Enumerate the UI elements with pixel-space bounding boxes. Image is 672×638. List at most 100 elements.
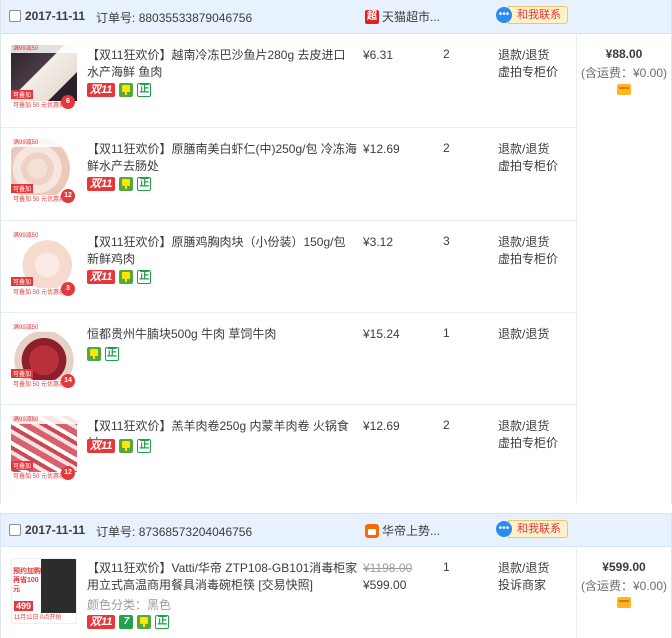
guarantee-icon[interactable] — [119, 270, 134, 284]
after-sales: 退款/退货 虚拍专柜价 — [498, 418, 558, 452]
thumb-promo: 满99减50 — [11, 45, 77, 53]
refund-link[interactable]: 退款/退货 — [498, 560, 549, 577]
unit-price: ¥12.69 — [363, 142, 400, 156]
authentic-icon[interactable]: 正 — [137, 439, 152, 453]
after-sales: 退款/退货 虚拍专柜价 — [498, 234, 558, 268]
order-date: 2017-11-11 — [25, 9, 86, 23]
refund-link[interactable]: 退款/退货 — [498, 47, 558, 64]
quantity: 2 — [443, 141, 450, 155]
unit-price: ¥6.31 — [363, 48, 394, 62]
product-title-link[interactable]: 【双11狂欢价】原膳南美白虾仁(中)250g/包 冷冻海鲜水产去肠处 — [87, 141, 357, 175]
shop-name: 华帝上势... — [382, 524, 441, 538]
thumb-promo: 满99减50 — [11, 324, 77, 332]
unit-price: ¥3.12 — [363, 235, 394, 249]
order-item: 预约加购 再省100元 499 11月11日 0点开抢 【双11狂欢价】Vatt… — [1, 547, 578, 638]
quantity: 2 — [443, 418, 450, 432]
product-title-link[interactable]: 【双11狂欢价】Vatti/华帝 ZTP108-GB101消毒柜家用立式高温商用… — [87, 560, 362, 594]
complain-link[interactable]: 投诉商家 — [498, 577, 549, 594]
thumb-badge: 12 — [61, 189, 75, 203]
thumb-badge: 3 — [61, 282, 75, 296]
double11-icon[interactable]: 双11 — [87, 177, 116, 191]
shop-link[interactable]: 华帝上势... — [365, 522, 440, 539]
product-title-link[interactable]: 【双11狂欢价】越南冷冻巴沙鱼片280g 去皮进口水产海鲜 鱼肉 — [87, 47, 357, 81]
guarantee-icon[interactable] — [119, 83, 134, 97]
refund-link[interactable]: 退款/退货 — [498, 326, 549, 343]
product-thumbnail[interactable]: 满99减50 可叠加 可叠加 50 元优惠券 12 — [11, 139, 77, 205]
thumb-promo: 满99减50 — [11, 416, 77, 424]
thumb-tag: 可叠加 — [11, 369, 34, 378]
thumb-price: 499 — [14, 601, 34, 611]
authentic-icon[interactable]: 正 — [137, 83, 152, 97]
order-item: 满99减50 可叠加 可叠加 50 元优惠券 12 【双11狂欢价】羔羊肉卷25… — [1, 405, 578, 498]
order-item: 满99减50 可叠加 可叠加 50 元优惠券 3 【双11狂欢价】原膳鸡胸肉块（… — [1, 221, 578, 313]
order-checkbox[interactable] — [9, 10, 21, 22]
product-title-link[interactable]: 恒都贵州牛腩块500g 牛肉 草饲牛肉 — [87, 326, 357, 343]
thumb-badge: 6 — [61, 95, 75, 109]
thumb-tag: 可叠加 — [11, 277, 34, 286]
contact-label: 和我联系 — [508, 6, 568, 24]
sale-price: ¥599.00 — [363, 578, 407, 592]
refund-link[interactable]: 退款/退货 — [498, 141, 558, 158]
service-icons: 双11 正 — [87, 83, 152, 97]
counter-price-link[interactable]: 虚拍专柜价 — [498, 435, 558, 452]
contact-seller-button[interactable]: ••• 和我联系 — [496, 520, 568, 538]
chat-bubble-icon: ••• — [496, 7, 512, 23]
thumb-badge: 14 — [61, 374, 75, 388]
thumb-strip: 11月11日 0点开抢 — [12, 613, 76, 623]
after-sales: 退款/退货 虚拍专柜价 — [498, 141, 558, 175]
authentic-icon[interactable]: 正 — [155, 615, 170, 629]
guarantee-icon[interactable] — [137, 615, 152, 629]
counter-price-link[interactable]: 虚拍专柜价 — [498, 251, 558, 268]
seven-day-return-icon[interactable]: 7 — [119, 615, 134, 629]
quantity: 1 — [443, 560, 450, 574]
refund-link[interactable]: 退款/退货 — [498, 234, 558, 251]
product-thumbnail[interactable]: 满99减50 可叠加 可叠加 50 元优惠券 14 — [11, 324, 77, 390]
contact-seller-button[interactable]: ••• 和我联系 — [496, 6, 568, 24]
after-sales: 退款/退货 虚拍专柜价 — [498, 47, 558, 81]
order-items: 满99减50 可叠加 可叠加 50 元优惠券 6 【双11狂欢价】越南冷冻巴沙鱼… — [1, 34, 671, 498]
refund-link[interactable]: 退款/退货 — [498, 418, 558, 435]
shop-name: 天猫超市... — [382, 10, 441, 24]
sku-info: 颜色分类：黑色 — [87, 598, 172, 612]
service-icons: 双11 正 — [87, 270, 152, 284]
service-icons: 双11 正 — [87, 177, 152, 191]
thumb-tag: 可叠加 — [11, 184, 34, 193]
unit-price: ¥12.69 — [363, 419, 400, 433]
authentic-icon[interactable]: 正 — [137, 270, 152, 284]
double11-icon[interactable]: 双11 — [87, 83, 116, 97]
order-item: 满99减50 可叠加 可叠加 50 元优惠券 14 恒都贵州牛腩块500g 牛肉… — [1, 313, 578, 405]
shop-link[interactable]: 超 天猫超市... — [365, 8, 440, 25]
after-sales: 退款/退货 — [498, 326, 549, 343]
unit-price: ¥15.24 — [363, 327, 400, 341]
double11-icon[interactable]: 双11 — [87, 439, 116, 453]
guarantee-icon[interactable] — [87, 347, 101, 361]
original-price: ¥1198.00 — [363, 561, 413, 575]
order-number: 订单号: 88035533879046756 — [96, 11, 253, 25]
double11-icon[interactable]: 双11 — [87, 270, 116, 284]
quantity: 2 — [443, 47, 450, 61]
thumb-tag: 可叠加 — [11, 461, 34, 470]
product-thumbnail[interactable]: 满99减50 可叠加 可叠加 50 元优惠券 6 — [11, 45, 77, 111]
product-thumbnail[interactable]: 满99减50 可叠加 可叠加 50 元优惠券 12 — [11, 416, 77, 482]
service-icons: 双11 正 — [87, 439, 152, 453]
order-items: 预约加购 再省100元 499 11月11日 0点开抢 【双11狂欢价】Vatt… — [1, 547, 671, 638]
product-title-link[interactable]: 【双11狂欢价】原膳鸡胸肉块（小份装）150g/包 新鲜鸡肉 — [87, 234, 357, 268]
product-thumbnail[interactable]: 满99减50 可叠加 可叠加 50 元优惠券 3 — [11, 232, 77, 298]
authentic-icon[interactable]: 正 — [137, 177, 152, 191]
order-card: 2017-11-11 订单号: 88035533879046756 超 天猫超市… — [0, 0, 672, 504]
product-thumbnail[interactable]: 预约加购 再省100元 499 11月11日 0点开抢 — [11, 558, 77, 624]
chat-bubble-icon: ••• — [496, 521, 512, 537]
unit-price: ¥1198.00 ¥599.00 — [363, 560, 412, 594]
service-icons: 正 — [87, 347, 119, 361]
thumb-promo: 满99减50 — [11, 139, 77, 147]
order-item: 满99减50 可叠加 可叠加 50 元优惠券 12 【双11狂欢价】原膳南美白虾… — [1, 128, 578, 221]
order-checkbox[interactable] — [9, 524, 21, 536]
guarantee-icon[interactable] — [119, 177, 134, 191]
authentic-icon[interactable]: 正 — [105, 347, 119, 361]
quantity: 3 — [443, 234, 450, 248]
quantity: 1 — [443, 326, 450, 340]
counter-price-link[interactable]: 虚拍专柜价 — [498, 158, 558, 175]
double11-icon[interactable]: 双11 — [87, 615, 116, 629]
counter-price-link[interactable]: 虚拍专柜价 — [498, 64, 558, 81]
guarantee-icon[interactable] — [119, 439, 134, 453]
